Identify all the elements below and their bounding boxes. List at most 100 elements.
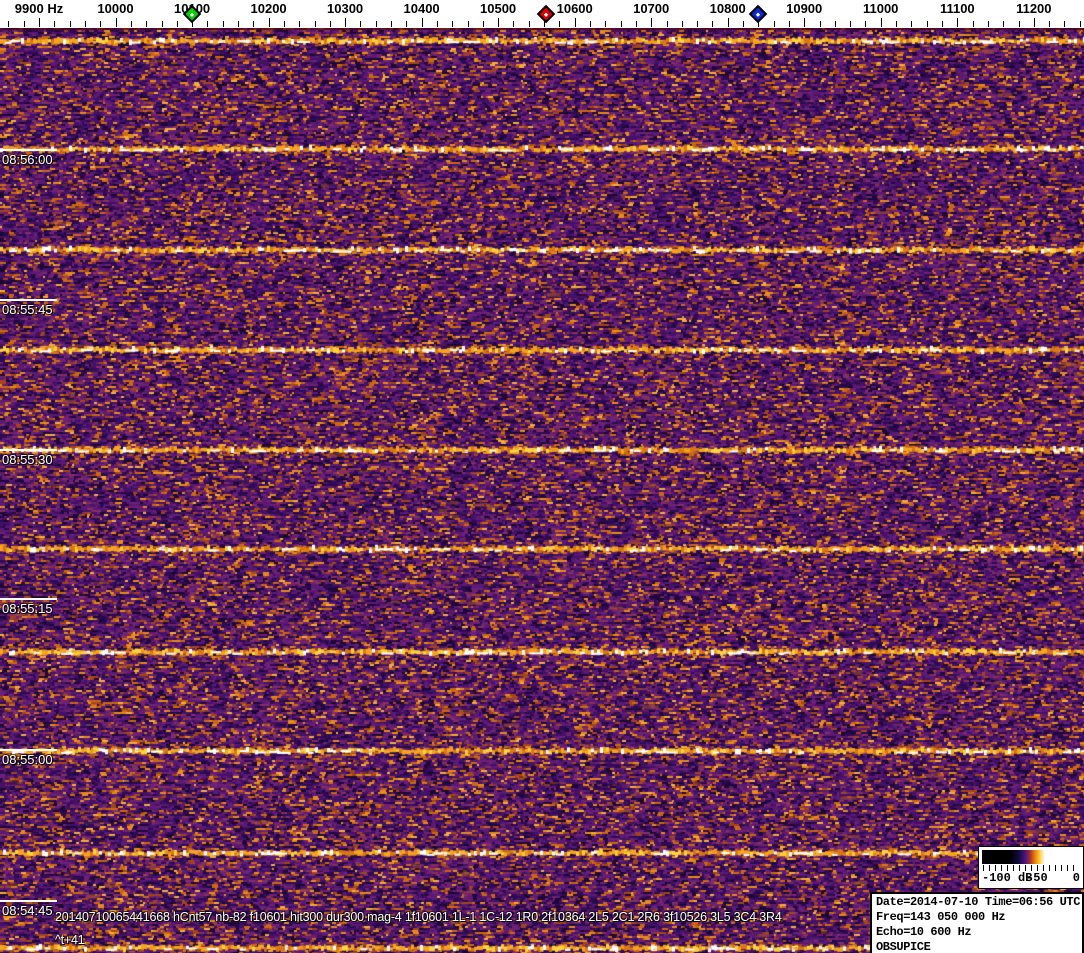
frequency-tick [345,18,347,27]
frequency-tick [1003,21,1005,27]
time-tick [0,299,57,301]
frequency-label: 10500 [480,1,517,16]
db-label-mid: -50 [1026,871,1048,885]
frequency-label: 10200 [250,1,287,16]
frequency-label: 11200 [1016,1,1052,16]
frequency-tick [436,21,438,27]
frequency-tick [528,21,530,27]
frequency-tick [39,18,40,27]
frequency-tick [452,21,454,27]
frequency-tick [375,21,377,27]
frequency-tick [314,21,316,27]
marker-red-center-dot [544,11,549,17]
frequency-tick [146,21,148,27]
frequency-tick [100,21,102,27]
frequency-tick [896,21,897,27]
frequency-label: 9900 Hz [14,1,64,16]
marker-red-diamond-icon[interactable] [537,4,556,24]
time-label: 08:55:00 [2,752,53,767]
frequency-label: 10400 [403,1,440,16]
frequency-label: 10300 [327,1,364,16]
frequency-tick [498,18,500,27]
frequency-tick [1018,21,1020,27]
time-label: 08:55:45 [2,302,53,317]
frequency-tick [54,21,56,27]
time-tick [0,749,57,751]
frequency-tick [1079,21,1081,27]
frequency-tick [1049,21,1051,27]
frequency-label: 11100 [939,1,975,16]
frequency-tick [406,21,408,27]
frequency-tick [207,21,209,27]
frequency-tick [926,21,928,27]
frequency-tick [865,21,867,27]
time-label: 08:55:30 [2,452,53,467]
frequency-label: 10700 [633,1,670,16]
frequency-tick [513,21,515,27]
db-label-max: 0 [1072,871,1080,885]
frequency-tick [957,18,959,27]
frequency-tick [819,21,821,27]
marker-green-center-dot [189,11,195,17]
time-label: 08:54:45 [2,903,53,918]
frequency-tick [1033,18,1035,27]
marker-blue-diamond-icon[interactable] [749,4,768,24]
frequency-tick [972,21,974,27]
frequency-tick [987,21,989,27]
frequency-tick [482,21,484,27]
frequency-tick [788,21,790,27]
time-label: 08:55:15 [2,601,53,616]
frequency-tick [115,18,117,27]
frequency-label: 10600 [556,1,593,16]
time-tick [0,149,57,151]
frequency-tick [681,21,683,27]
time-tick [0,598,57,600]
detection-annotation: 20140710065441668 hCnt57 nb-82 f10601 hi… [55,910,782,924]
frequency-tick [911,21,913,27]
frequency-tick [222,21,224,27]
frequency-tick [253,21,255,27]
frequency-tick [84,21,86,27]
frequency-tick [651,18,653,27]
frequency-tick [176,21,178,27]
info-date-time: Date=2014-07-10 Time=06:56 UTC [876,895,1081,909]
frequency-tick [8,21,10,27]
time-tick [0,900,57,902]
frequency-tick [559,21,561,27]
info-station: OBSUPICE [876,940,931,953]
cursor-readout: ^t+41 [55,933,85,947]
frequency-tick [421,18,423,27]
frequency-tick [299,21,301,27]
frequency-tick [804,18,806,27]
frequency-tick [605,21,607,27]
frequency-tick [1064,21,1066,27]
frequency-tick [773,21,775,27]
frequency-tick [268,18,270,27]
frequency-label: 10900 [786,1,823,16]
frequency-tick [391,21,392,27]
info-frequency: Freq=143 050 000 Hz [876,910,1006,924]
db-color-scale: -100 dB -50 0 [978,846,1084,889]
frequency-tick [620,21,622,27]
spectrogram-canvas[interactable] [0,28,1084,953]
db-label-min: -100 dB [982,871,1033,885]
time-tick [0,449,57,451]
frequency-tick [666,21,668,27]
frequency-tick [727,18,729,27]
db-scale-labels: -100 dB -50 0 [982,871,1080,886]
frequency-tick [467,21,469,27]
frequency-tick [635,21,637,27]
frequency-tick [743,21,744,27]
frequency-label: 10000 [97,1,134,16]
frequency-tick [942,21,943,27]
observation-info-box: Date=2014-07-10 Time=06:56 UTC Freq=143 … [870,892,1084,953]
frequency-tick [880,18,882,27]
frequency-label: 10800 [709,1,746,16]
frequency-tick [329,21,331,27]
time-label: 08:56:00 [2,152,53,167]
frequency-tick [697,21,699,27]
frequency-tick [130,21,132,27]
frequency-tick [161,21,163,27]
frequency-tick [238,21,239,27]
frequency-tick [360,21,362,27]
